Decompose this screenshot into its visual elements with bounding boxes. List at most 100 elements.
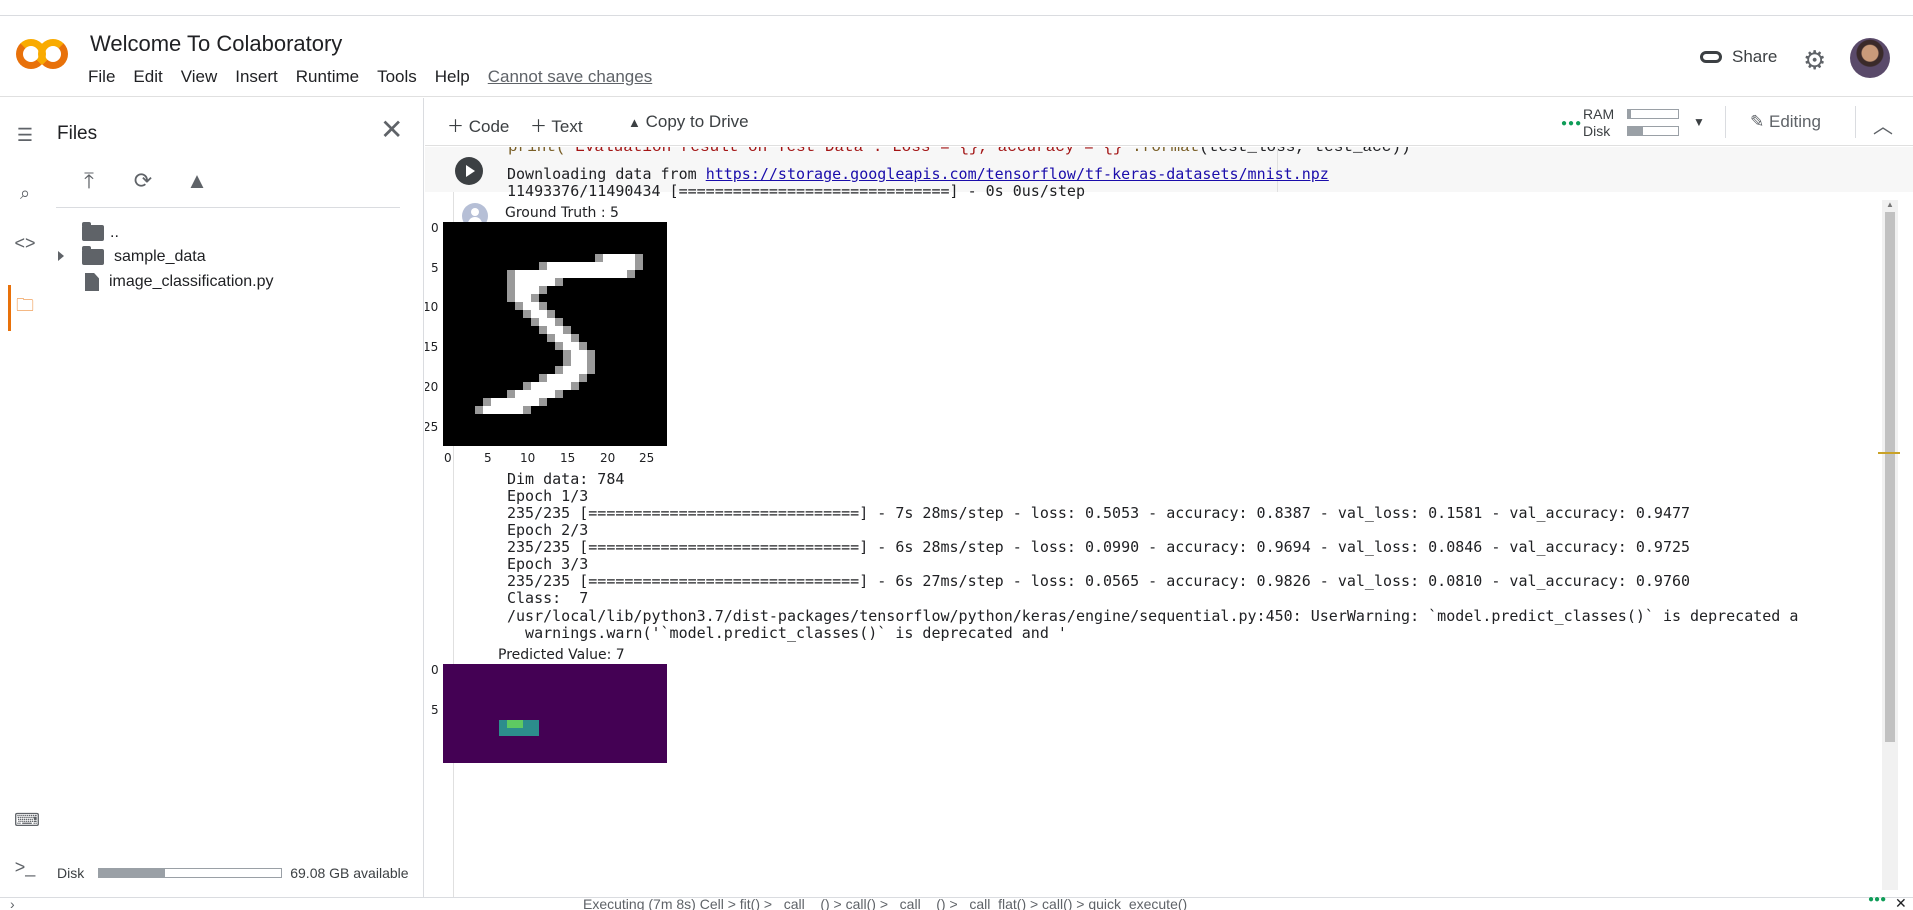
digit-pixel [627, 254, 635, 262]
digit-pixel [587, 350, 595, 358]
digit-pixel [499, 406, 507, 414]
add-code-button[interactable]: ＋ Code [447, 112, 509, 137]
notebook-toolbar: ＋ Code ＋ Text ▲ Copy to Drive ●●● RAM Di… [425, 98, 1913, 146]
x-tick: 25 [639, 451, 655, 465]
files-folder-icon[interactable]: 🗀 [14, 294, 36, 316]
close-icon[interactable]: ✕ [1895, 895, 1907, 910]
digit-pixel [539, 382, 547, 390]
link-icon [1700, 51, 1722, 63]
digit-pixel [531, 278, 539, 286]
digit-pixel [547, 390, 555, 398]
digit-pixel [515, 398, 523, 406]
digit-pixel [555, 318, 563, 326]
menu-help[interactable]: Help [435, 67, 470, 87]
share-button[interactable]: Share [1700, 47, 1777, 67]
resource-monitor[interactable]: RAM Disk [1583, 105, 1679, 139]
dataset-link[interactable]: https://storage.googleapis.com/tensorflo… [706, 165, 1329, 183]
digit-pixel [619, 262, 627, 270]
disk-usage: Disk 69.08 GB available [57, 865, 409, 881]
tree-item-parent[interactable]: .. [82, 221, 119, 245]
digit-pixel [515, 270, 523, 278]
menu-insert[interactable]: Insert [235, 67, 278, 87]
vertical-scrollbar[interactable]: ▲ [1878, 200, 1900, 890]
menu-file[interactable]: File [88, 67, 115, 87]
digit-pixel [579, 262, 587, 270]
digit-pixel [571, 270, 579, 278]
digit-pixel [547, 278, 555, 286]
menu-edit[interactable]: Edit [133, 67, 162, 87]
editing-mode-button[interactable]: ✎ Editing [1750, 112, 1821, 132]
digit-pixel [523, 286, 531, 294]
scrollbar-thumb[interactable] [1885, 212, 1895, 742]
output-class: Class: 7 [507, 589, 589, 607]
output-epoch-line: 235/235 [==============================]… [507, 504, 1691, 522]
output-warning: warnings.warn('`model.predict_classes()`… [507, 624, 1067, 642]
digit-pixel [515, 294, 523, 302]
avatar[interactable] [1850, 38, 1890, 78]
code-line[interactable]: print('Evaluation result on Test Data : … [508, 147, 1411, 156]
tree-item-label: .. [110, 224, 119, 241]
ram-bar [1627, 108, 1679, 119]
mount-drive-icon[interactable]: ▲ [184, 168, 210, 194]
digit-pixel [547, 262, 555, 270]
digit-pixel [571, 350, 579, 358]
menu-runtime[interactable]: Runtime [296, 67, 359, 87]
digit-pixel [539, 390, 547, 398]
output-epoch-line: 235/235 [==============================]… [507, 538, 1691, 556]
digit-pixel [603, 270, 611, 278]
digit-pixel [595, 270, 603, 278]
digit-pixel [523, 310, 531, 318]
digit-pixel [627, 262, 635, 270]
notebook-cells: print('Evaluation result on Test Data : … [425, 147, 1913, 897]
tree-item-image-classification[interactable]: image_classification.py [85, 270, 274, 294]
close-icon[interactable]: ✕ [380, 116, 403, 144]
copy-to-drive-button[interactable]: ▲ Copy to Drive [628, 112, 749, 132]
y-tick: 10 [425, 300, 439, 314]
chevron-right-icon[interactable]: › [10, 896, 15, 910]
digit-pixel [515, 278, 523, 286]
notebook-title[interactable]: Welcome To Colaboratory [90, 31, 342, 57]
y-tick: 5 [431, 261, 439, 275]
digit-pixel [499, 398, 507, 406]
files-toolbar: ⤒ ⟳ ▲ [76, 168, 238, 194]
add-text-button[interactable]: ＋ Text [530, 112, 583, 137]
scroll-up-icon[interactable]: ▲ [1886, 200, 1894, 209]
save-status-link[interactable]: Cannot save changes [488, 67, 652, 87]
command-palette-icon[interactable]: ⌨ [14, 809, 40, 831]
disk-label: Disk [1583, 122, 1611, 139]
chevron-down-icon[interactable]: ▼ [1693, 115, 1705, 129]
digit-pixel [571, 334, 579, 342]
chevron-right-icon[interactable] [58, 251, 64, 261]
digit-pixel [579, 366, 587, 374]
refresh-folder-icon[interactable]: ⟳ [130, 168, 156, 194]
terminal-icon[interactable]: >_ [14, 856, 36, 878]
run-cell-button[interactable] [455, 157, 483, 185]
tree-item-label: image_classification.py [109, 273, 274, 290]
digit-pixel [547, 310, 555, 318]
digit-pixel [539, 262, 547, 270]
search-icon[interactable]: ⌕ [14, 182, 36, 204]
upload-file-icon[interactable]: ⤒ [76, 168, 102, 194]
digit-pixel [531, 302, 539, 310]
digit-pixel [531, 310, 539, 318]
execution-status[interactable]: Executing (7m 8s) Cell > fit() > _call__… [583, 896, 1187, 910]
digit-pixel [555, 390, 563, 398]
menu-view[interactable]: View [181, 67, 218, 87]
divider [56, 207, 400, 208]
digit-pixel [555, 262, 563, 270]
digit-pixel [579, 374, 587, 382]
digit-pixel [563, 334, 571, 342]
share-label: Share [1732, 47, 1778, 66]
digit-pixel [563, 326, 571, 334]
gear-icon[interactable]: ⚙ [1803, 47, 1826, 73]
digit-pixel [507, 398, 515, 406]
menu-tools[interactable]: Tools [377, 67, 417, 87]
colab-logo-icon[interactable] [16, 37, 70, 73]
chevron-up-icon[interactable]: ︿ [1873, 110, 1893, 139]
code-snippets-icon[interactable]: <> [14, 232, 36, 254]
files-panel: Files ✕ ⤒ ⟳ ▲ .. sample_data image_class… [50, 98, 424, 898]
digit-pixel [587, 262, 595, 270]
table-of-contents-icon[interactable]: ☰ [14, 124, 36, 146]
tree-item-sample-data[interactable]: sample_data [50, 245, 350, 269]
digit-pixel [547, 326, 555, 334]
